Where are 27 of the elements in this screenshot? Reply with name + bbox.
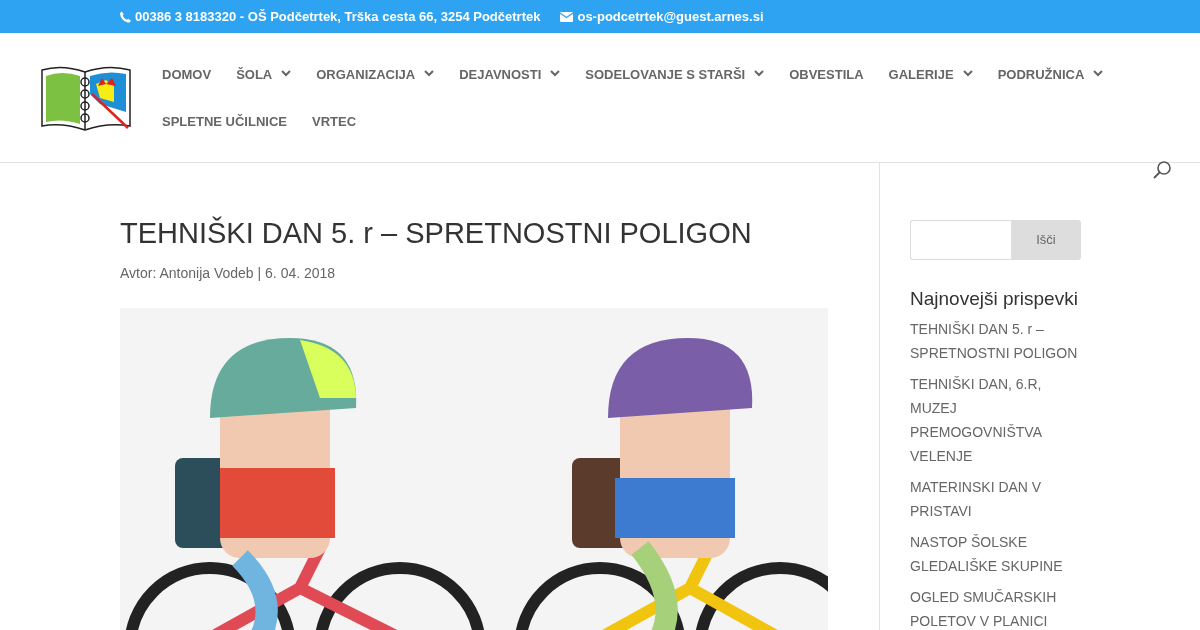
nav-link[interactable]: SODELOVANJE S STARŠI [585,65,765,112]
phone-icon [120,10,131,23]
post-date: 6. 04. 2018 [265,264,336,281]
recent-post-link[interactable]: OGLED SMUČARSKIH POLETOV V PLANICI [910,584,1081,630]
recent-post-link[interactable]: TEHNIŠKI DAN 5. r – SPRETNOSTNI POLIGON [910,316,1081,365]
recent-post-link[interactable]: TEHNIŠKI DAN, 6.R, MUZEJ PREMOGOVNIŠTVA VELENJE [910,371,1081,468]
nav-link[interactable]: GALERIJE [888,65,973,112]
meta-separator: | [257,264,262,281]
recent-post-link[interactable]: NASTOP ŠOLSKE GLEDALIŠKE SKUPINE [910,529,1081,578]
nav-link[interactable]: PODRUŽNICA [997,65,1104,112]
envelope-icon [560,11,574,22]
nav-link[interactable]: DOMOV [162,65,212,112]
search-button[interactable]: Išči [1011,220,1081,260]
author-label: Avtor: [120,264,157,281]
nav-link[interactable]: DEJAVNOSTI [459,65,561,112]
nav-link[interactable]: ORGANIZACIJA [316,65,435,112]
author-link[interactable]: Antonija Vodeb [159,264,254,281]
nav-link[interactable]: SPLETNE UČILNICE [162,112,287,159]
recent-posts-heading: Najnovejši prispevki [910,288,1079,311]
search-field[interactable] [910,220,1011,260]
nav-link[interactable]: OBVESTILA [789,65,864,112]
post-title: TEHNIŠKI DAN 5. r – SPRETNOSTNI POLIGON [120,215,753,251]
nav-link[interactable]: VRTEC [311,112,357,159]
contact-text: 00386 3 8183320 - OŠ Podčetrtek, Trška cesta 66, 3254 Podčetrtek [135,7,541,26]
search-icon[interactable] [1152,160,1172,180]
nav-link[interactable]: ŠOLA [236,65,292,112]
recent-post-link[interactable]: MATERINSKI DAN V PRISTAVI [910,474,1081,523]
